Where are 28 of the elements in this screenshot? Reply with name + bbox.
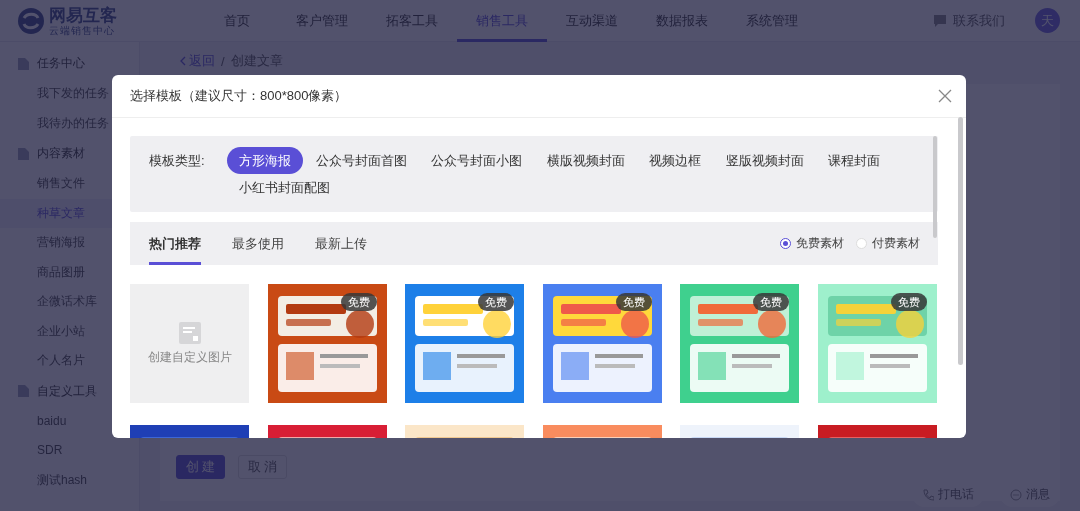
template-type-tab[interactable]: 方形海报	[227, 147, 303, 174]
modal-title: 选择模板（建议尺寸：800*800像素）	[130, 87, 348, 105]
sort-tab[interactable]: 最多使用	[232, 222, 284, 265]
close-icon[interactable]	[938, 89, 952, 103]
scrollbar[interactable]	[933, 136, 937, 238]
template-type-tab[interactable]: 小红书封面配图	[227, 174, 342, 201]
free-badge: 免费	[615, 293, 652, 311]
radio-label: 付费素材	[872, 236, 920, 251]
template-type-tab[interactable]: 课程封面	[816, 147, 892, 174]
template-type-tab[interactable]: 竖版视频封面	[713, 147, 816, 174]
tile-label: 创建自定义图片	[147, 350, 232, 365]
document-icon	[178, 322, 201, 344]
template-type-tab[interactable]: 公众号封面首图	[303, 147, 419, 174]
sort-tab[interactable]: 最新上传	[315, 222, 367, 265]
breadcrumb-separator: /	[221, 53, 225, 69]
filter-label: 模板类型:	[149, 152, 206, 170]
scrollbar[interactable]	[958, 117, 963, 365]
radio-button[interactable]	[780, 238, 791, 249]
free-badge: 免费	[890, 293, 927, 311]
free-badge: 免费	[753, 293, 789, 311]
sort-tab[interactable]: 热门推荐	[149, 222, 201, 265]
template-type-tab[interactable]: 公众号封面小图	[419, 147, 534, 174]
template-type-tab[interactable]: 横版视频封面	[534, 147, 637, 174]
template-type-tab[interactable]: 视频边框	[637, 147, 713, 174]
radio-label: 免费素材	[796, 236, 844, 251]
free-badge: 免费	[340, 293, 377, 311]
create-custom-tile[interactable]: 创建自定义图片	[130, 284, 249, 403]
free-badge: 免费	[478, 293, 514, 311]
